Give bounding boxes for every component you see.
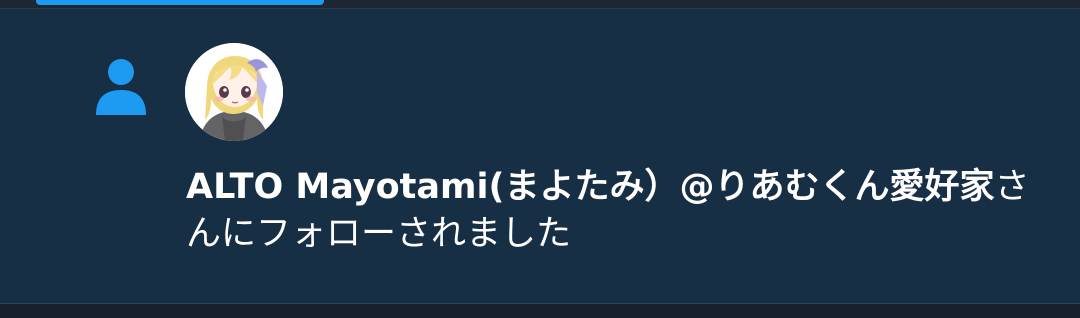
active-tab-indicator xyxy=(36,0,324,5)
top-tab-strip xyxy=(0,0,1080,9)
follow-notification[interactable]: ALTO Mayotami(まよたみ）@りあむくん愛好家さんにフォローされました xyxy=(0,9,1080,303)
person-icon xyxy=(92,57,150,117)
bottom-background-strip xyxy=(0,304,1080,318)
follower-avatar[interactable] xyxy=(185,43,283,141)
follower-name-link[interactable]: ALTO Mayotami(まよたみ）@りあむくん愛好家 xyxy=(186,167,994,207)
follow-notification-text: ALTO Mayotami(まよたみ）@りあむくん愛好家さんにフォローされました xyxy=(186,164,1046,258)
